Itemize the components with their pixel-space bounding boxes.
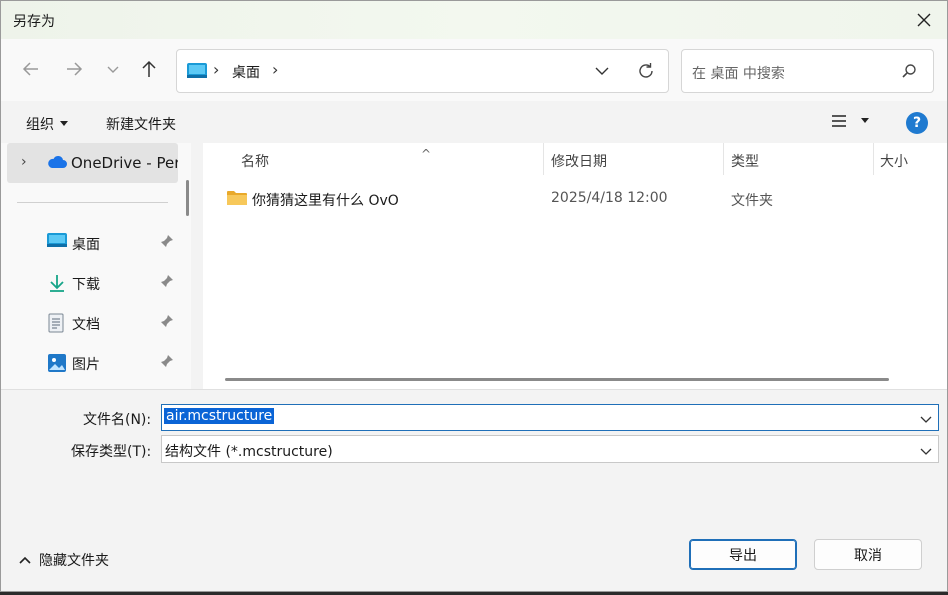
caret-down-icon (861, 118, 869, 123)
cancel-button[interactable]: 取消 (814, 539, 922, 570)
arrow-right-icon (67, 62, 83, 76)
forward-button[interactable] (58, 53, 90, 85)
expand-chevron-icon[interactable]: › (21, 154, 27, 170)
caret-down-icon (60, 121, 68, 126)
navigation-bar: › 桌面 › 在 桌面 中搜索 (1, 39, 947, 101)
view-options-button[interactable] (831, 114, 869, 128)
folder-icon (227, 190, 247, 210)
export-button[interactable]: 导出 (689, 539, 797, 570)
file-list: ^ 名称 修改日期 类型 大小 你猜猜这里有什么 OvO 2025/4/18 1… (203, 143, 947, 389)
list-view-icon (832, 115, 846, 127)
file-type: 文件夹 (731, 193, 773, 209)
hide-folders-toggle[interactable]: 隐藏文件夹 (19, 550, 109, 570)
sidebar-item-onedrive[interactable]: › OneDrive - Per (7, 143, 178, 183)
column-divider[interactable] (543, 143, 544, 175)
filename-input[interactable]: air.mcstructure (161, 404, 939, 431)
column-divider[interactable] (723, 143, 724, 175)
address-dropdown-icon[interactable] (595, 64, 609, 82)
column-header-modified[interactable]: 修改日期 (551, 151, 607, 171)
desktop-icon (187, 63, 207, 83)
sidebar-item-label: 文档 (72, 317, 100, 333)
pin-icon (160, 274, 174, 292)
pin-icon (160, 234, 174, 252)
file-row[interactable]: 你猜猜这里有什么 OvO 2025/4/18 12:00 文件夹 (223, 187, 947, 211)
sidebar-item-documents[interactable]: 文档 (47, 311, 177, 335)
back-button[interactable] (15, 53, 47, 85)
organize-menu-button[interactable]: 组织 (26, 114, 68, 134)
column-divider[interactable] (873, 143, 874, 175)
chevron-up-icon (19, 556, 31, 564)
title-bar: 另存为 (1, 1, 947, 39)
close-button[interactable] (901, 1, 947, 39)
desktop-icon (47, 233, 67, 254)
save-as-dialog: 另存为 › 桌面 › 在 桌面 中搜索 组织 新建文件夹 ? › OneDriv… (0, 0, 948, 592)
sidebar-item-label: 桌面 (72, 237, 100, 253)
recent-locations-button[interactable] (97, 53, 129, 85)
window-title: 另存为 (13, 14, 55, 30)
arrow-left-icon (22, 62, 38, 76)
filename-value[interactable]: air.mcstructure (164, 408, 275, 424)
organize-label: 组织 (26, 117, 54, 133)
download-icon (47, 273, 67, 297)
chevron-down-icon[interactable] (920, 444, 932, 460)
horizontal-scrollbar[interactable] (225, 378, 889, 381)
help-button[interactable]: ? (906, 112, 928, 134)
chevron-down-icon (107, 66, 119, 73)
search-box[interactable]: 在 桌面 中搜索 (681, 49, 934, 93)
sidebar-item-label: 图片 (72, 357, 100, 373)
hide-folders-label: 隐藏文件夹 (39, 553, 109, 569)
breadcrumb[interactable]: 桌面 (232, 62, 260, 82)
close-icon (917, 13, 931, 27)
arrow-up-icon (142, 60, 156, 77)
filename-section: 文件名(N): air.mcstructure 保存类型(T): 结构文件 (*… (1, 389, 947, 515)
file-modified: 2025/4/18 12:00 (551, 190, 668, 206)
column-name-label: 名称 (241, 154, 269, 170)
pin-icon (160, 314, 174, 332)
column-header-type[interactable]: 类型 (731, 151, 759, 171)
cloud-icon (47, 155, 67, 173)
column-header-size[interactable]: 大小 (880, 151, 908, 171)
filetype-select[interactable]: 结构文件 (*.mcstructure) (161, 435, 939, 463)
new-folder-button[interactable]: 新建文件夹 (106, 114, 176, 134)
search-icon[interactable] (901, 63, 917, 83)
onedrive-label: OneDrive - Per (71, 154, 178, 172)
up-button[interactable] (133, 53, 165, 85)
search-placeholder: 在 桌面 中搜索 (692, 66, 785, 82)
pin-icon (160, 354, 174, 372)
sidebar-item-pictures[interactable]: 图片 (47, 351, 177, 375)
help-icon: ? (912, 115, 922, 131)
filetype-label: 保存类型(T): (71, 444, 152, 460)
column-header-name[interactable]: ^ 名称 (241, 147, 431, 171)
command-bar: 组织 新建文件夹 ? (1, 102, 947, 144)
filename-label: 文件名(N): (83, 412, 152, 428)
breadcrumb-chevron[interactable]: › (272, 60, 278, 79)
address-bar[interactable]: › 桌面 › (176, 49, 669, 93)
sort-ascending-icon: ^ (421, 147, 432, 161)
sidebar-scrollbar[interactable] (186, 180, 189, 216)
document-icon (47, 313, 65, 337)
save-panel: 文件名(N): air.mcstructure 保存类型(T): 结构文件 (*… (1, 389, 947, 591)
chevron-down-icon[interactable] (920, 412, 932, 428)
file-name: 你猜猜这里有什么 OvO (252, 193, 399, 209)
filetype-value: 结构文件 (*.mcstructure) (165, 444, 333, 460)
sidebar-divider (17, 202, 168, 203)
refresh-icon[interactable] (635, 60, 657, 86)
sidebar-item-desktop[interactable]: 桌面 (47, 231, 177, 255)
pictures-icon (47, 353, 67, 377)
sidebar-item-downloads[interactable]: 下载 (47, 271, 177, 295)
navigation-pane: › OneDrive - Per 桌面 下载 文档 图片 (1, 143, 191, 389)
breadcrumb-separator: › (213, 60, 220, 79)
sidebar-item-label: 下载 (72, 277, 100, 293)
